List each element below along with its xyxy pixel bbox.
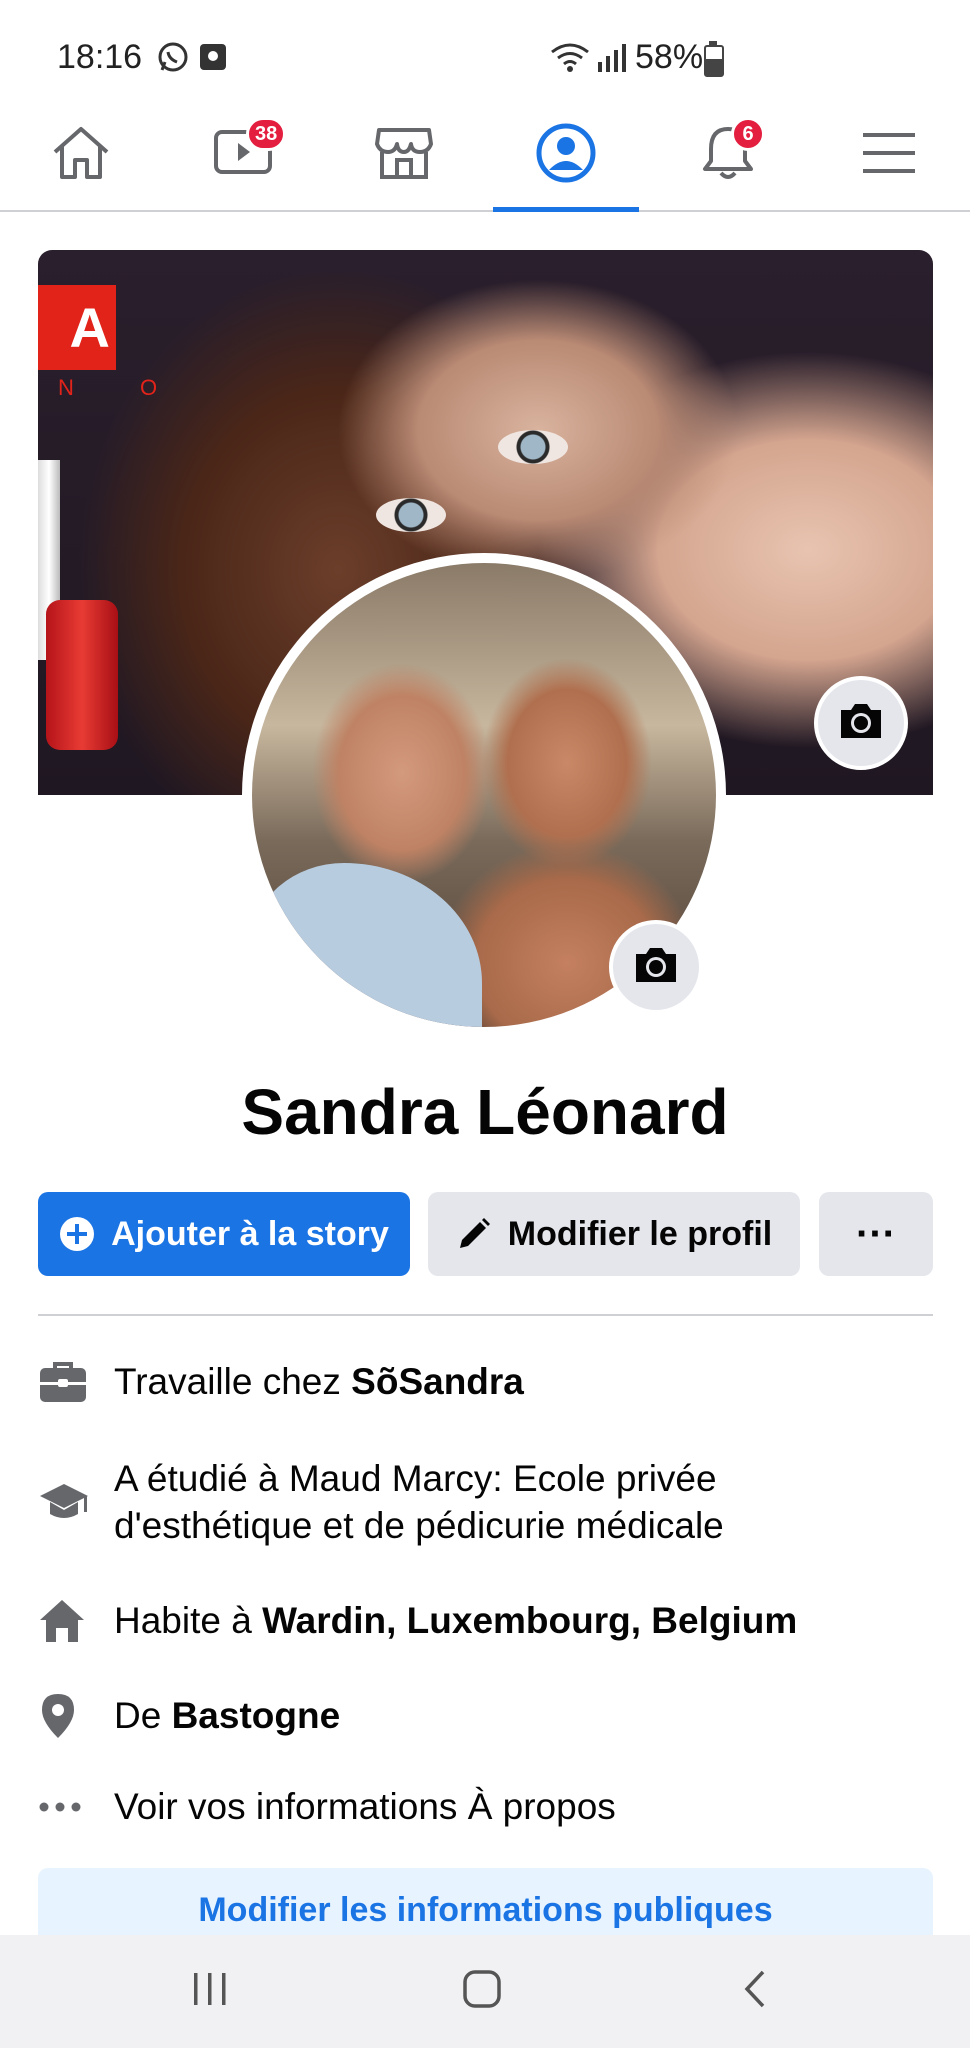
education-line-2: d'esthétique et de pédicurie médicale bbox=[114, 1505, 724, 1546]
from-prefix: De bbox=[114, 1695, 172, 1736]
home-square-icon bbox=[462, 1969, 502, 2014]
briefcase-icon bbox=[38, 1358, 114, 1405]
cover-eye-right bbox=[498, 430, 568, 464]
profile-name: Sandra Léonard bbox=[241, 1076, 729, 1148]
wifi-icon bbox=[550, 42, 590, 79]
top-nav: 38 6 bbox=[0, 100, 970, 212]
back-chevron-icon bbox=[739, 1969, 769, 2014]
camera-icon bbox=[837, 700, 885, 747]
profile-photo-shirt bbox=[252, 863, 482, 1027]
notification-app-icon bbox=[200, 44, 226, 70]
more-options-button[interactable]: ··· bbox=[819, 1192, 933, 1276]
profile-icon bbox=[535, 122, 597, 189]
nav-watch[interactable]: 38 bbox=[170, 100, 316, 210]
notifications-badge: 6 bbox=[731, 117, 765, 151]
section-divider bbox=[38, 1314, 933, 1316]
intro-from: De Bastogne bbox=[38, 1692, 933, 1739]
system-nav-bar bbox=[0, 1935, 970, 2048]
education-line-1: A étudié à Maud Marcy: Ecole privée bbox=[114, 1458, 717, 1499]
edit-profile-button[interactable]: Modifier le profil bbox=[428, 1192, 800, 1276]
about-link-label: Voir vos informations À propos bbox=[114, 1786, 616, 1827]
intro-work: Travaille chez SõSandra bbox=[38, 1358, 933, 1405]
intro-lives: Habite à Wardin, Luxembourg, Belgium bbox=[38, 1597, 933, 1644]
nav-notifications[interactable]: 6 bbox=[655, 100, 801, 210]
hamburger-menu-icon bbox=[861, 131, 917, 180]
watch-badge: 38 bbox=[246, 117, 287, 151]
edit-profile-label: Modifier le profil bbox=[507, 1214, 773, 1253]
more-dots-icon bbox=[38, 1783, 114, 1830]
brand-logo-subtext: N O bbox=[58, 375, 188, 400]
camera-icon bbox=[632, 944, 680, 991]
intro-education: A étudié à Maud Marcy: Ecole privée d'es… bbox=[38, 1455, 933, 1549]
status-time: 18:16 bbox=[57, 38, 143, 76]
status-bar: 18:16 58% bbox=[0, 0, 970, 110]
location-pin-icon bbox=[38, 1692, 114, 1739]
lives-prefix: Habite à bbox=[114, 1600, 263, 1641]
nav-marketplace[interactable] bbox=[331, 100, 477, 210]
house-icon bbox=[38, 1597, 114, 1644]
add-to-story-label: Ajouter à la story bbox=[111, 1214, 389, 1253]
recent-apps-button[interactable] bbox=[140, 1935, 280, 2048]
from-value[interactable]: Bastogne bbox=[172, 1695, 341, 1736]
pencil-icon bbox=[456, 1216, 492, 1252]
intro-about-link[interactable]: Voir vos informations À propos bbox=[38, 1783, 933, 1830]
plus-circle-icon bbox=[59, 1216, 95, 1252]
nav-home[interactable] bbox=[8, 100, 154, 210]
work-value[interactable]: SõSandra bbox=[351, 1361, 524, 1402]
battery-percent: 58% bbox=[635, 38, 704, 76]
store-icon bbox=[373, 124, 435, 187]
back-system-button[interactable] bbox=[684, 1935, 824, 2048]
nail-polish-image bbox=[46, 600, 118, 750]
edit-profile-picture-camera-button[interactable] bbox=[609, 920, 703, 1014]
home-system-button[interactable] bbox=[412, 1935, 552, 2048]
nav-menu[interactable] bbox=[816, 100, 962, 210]
home-icon bbox=[51, 124, 111, 187]
graduation-cap-icon bbox=[38, 1455, 114, 1549]
cover-eye-left bbox=[376, 498, 446, 532]
recent-apps-icon bbox=[190, 1971, 230, 2012]
work-prefix: Travaille chez bbox=[114, 1361, 352, 1402]
whatsapp-icon bbox=[156, 40, 190, 79]
signal-icon bbox=[594, 40, 630, 79]
battery-icon bbox=[704, 41, 724, 77]
edit-cover-camera-button[interactable] bbox=[814, 676, 908, 770]
more-dots-icon: ··· bbox=[856, 1211, 896, 1256]
lives-value[interactable]: Wardin, Luxembourg, Belgium bbox=[262, 1600, 797, 1641]
add-to-story-button[interactable]: Ajouter à la story bbox=[38, 1192, 410, 1276]
nav-profile[interactable] bbox=[493, 100, 639, 212]
brand-logo: A bbox=[38, 285, 116, 370]
